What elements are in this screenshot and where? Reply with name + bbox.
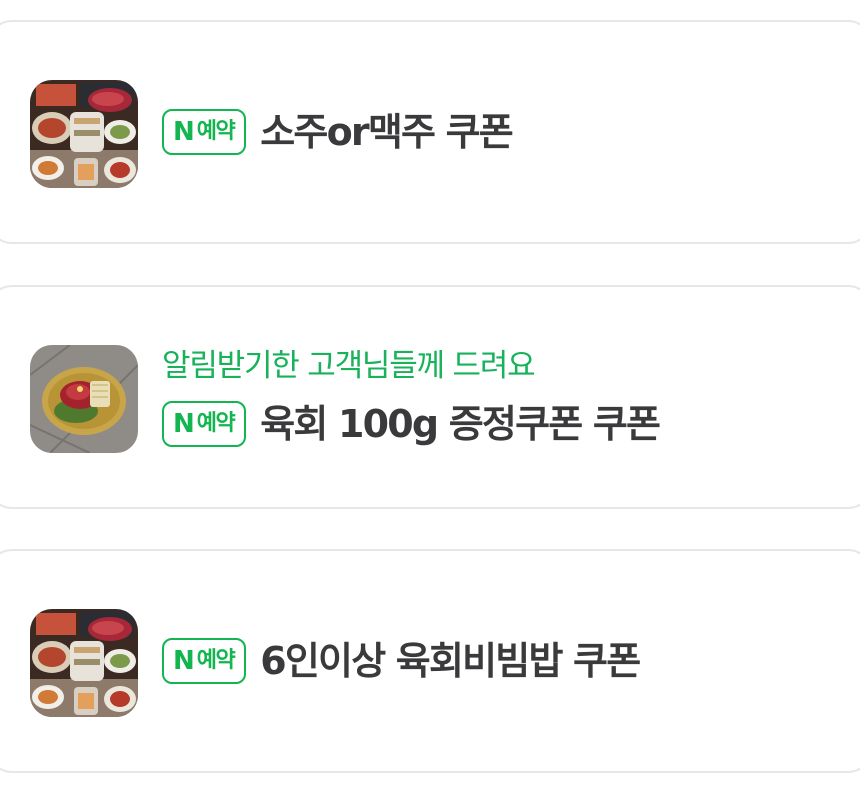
naver-reservation-badge: N 예약 — [162, 109, 247, 155]
naver-n-icon: N — [173, 646, 195, 676]
naver-reservation-badge: N 예약 — [162, 401, 247, 447]
badge-label: 예약 — [196, 648, 236, 673]
coupon-title-row: N 예약 소주or맥주 쿠폰 — [162, 108, 850, 156]
coupon-title-row: N 예약 6인이상 육회비빔밥 쿠폰 — [162, 637, 850, 685]
coupon-info: 알림받기한 고객님들께 드려요 N 예약 육회 100g 증정쿠폰 쿠폰 — [162, 287, 850, 507]
coupon-thumbnail — [30, 609, 138, 717]
coupon-title-row: N 예약 육회 100g 증정쿠폰 쿠폰 — [162, 400, 850, 448]
coupon-title: 육회 100g 증정쿠폰 쿠폰 — [260, 402, 661, 446]
coupon-thumbnail — [30, 80, 138, 188]
coupon-thumbnail — [30, 345, 138, 453]
coupon-card[interactable]: 알림받기한 고객님들께 드려요 N 예약 육회 100g 증정쿠폰 쿠폰 — [0, 285, 860, 509]
coupon-title: 소주or맥주 쿠폰 — [260, 110, 513, 154]
coupon-info: N 예약 소주or맥주 쿠폰 — [162, 22, 850, 242]
naver-n-icon: N — [173, 117, 195, 147]
coupon-notice: 알림받기한 고객님들께 드려요 — [162, 348, 536, 384]
badge-label: 예약 — [196, 411, 236, 436]
food-platter-image — [30, 609, 138, 717]
coupon-title: 6인이상 육회비빔밥 쿠폰 — [260, 639, 641, 683]
coupon-list: N 예약 소주or맥주 쿠폰 알림받기한 고객님들께 드려요 N 예약 육회 1… — [0, 0, 860, 796]
naver-n-icon: N — [173, 409, 195, 439]
naver-reservation-badge: N 예약 — [162, 638, 247, 684]
badge-label: 예약 — [196, 119, 236, 144]
yukhoe-dish-image — [30, 345, 138, 453]
coupon-card[interactable]: N 예약 소주or맥주 쿠폰 — [0, 20, 860, 244]
coupon-info: N 예약 6인이상 육회비빔밥 쿠폰 — [162, 551, 850, 771]
coupon-card[interactable]: N 예약 6인이상 육회비빔밥 쿠폰 — [0, 549, 860, 773]
food-platter-image — [30, 80, 138, 188]
